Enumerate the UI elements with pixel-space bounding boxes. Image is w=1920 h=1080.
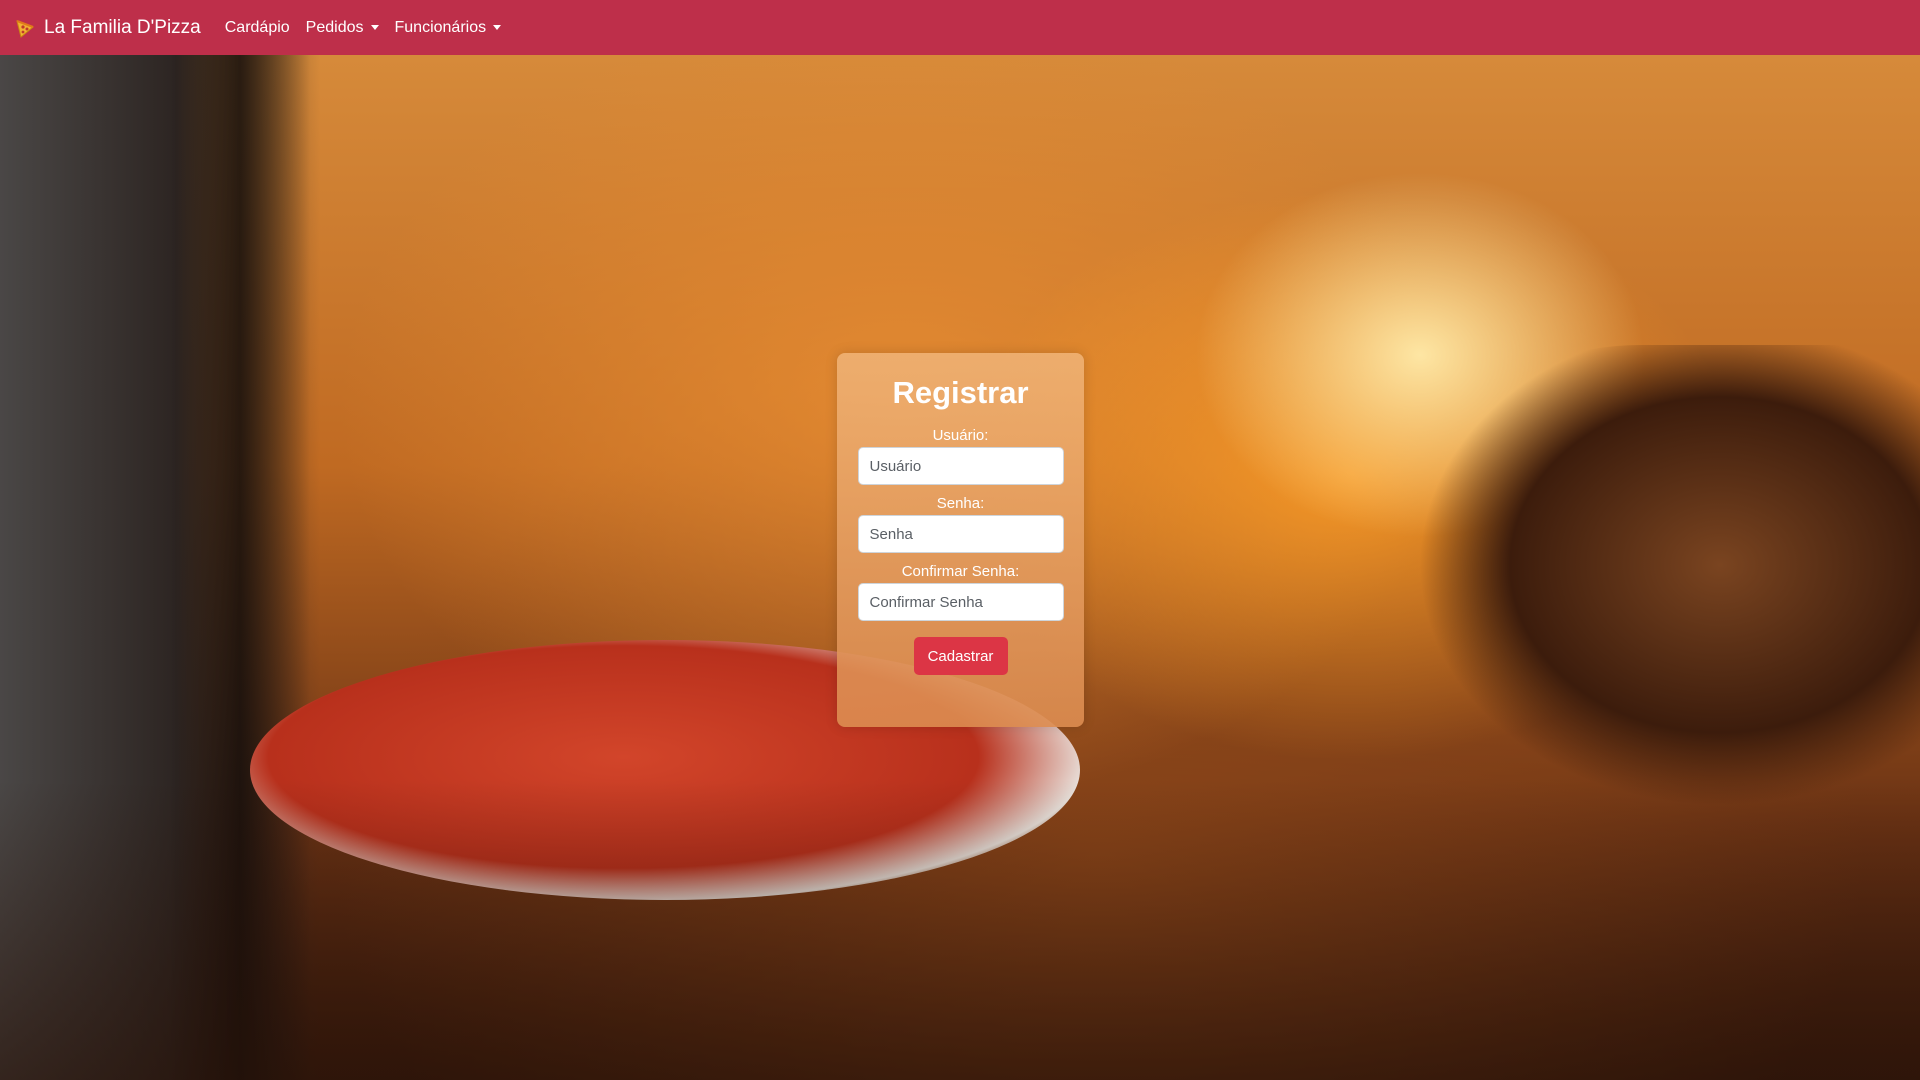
nav-item-pedidos-dropdown[interactable]: Pedidos [306, 19, 379, 37]
confirm-password-label: Confirmar Senha: [901, 563, 1020, 580]
password-input[interactable] [857, 515, 1064, 553]
password-label: Senha: [936, 495, 985, 512]
brand-name: La Familia D'Pizza [44, 16, 201, 38]
username-input[interactable] [857, 447, 1064, 485]
caret-down-icon [493, 25, 502, 30]
nav-item-cardapio[interactable]: Cardápio [225, 19, 290, 37]
brand-link[interactable]: La Familia D'Pizza [14, 17, 201, 39]
nav-item-label: Cardápio [224, 18, 290, 36]
nav-item-funcionarios-dropdown[interactable]: Funcionários [395, 19, 502, 37]
confirm-password-input[interactable] [857, 583, 1064, 621]
username-label: Usuário: [932, 427, 989, 444]
pizza-icon [14, 17, 36, 39]
form-title: Registrar [892, 375, 1029, 410]
register-form: Registrar Usuário: Senha: Confirmar Senh… [837, 353, 1084, 727]
caret-down-icon [370, 25, 379, 30]
nav-item-label: Funcionários [394, 18, 487, 36]
nav-item-label: Pedidos [305, 18, 364, 36]
navbar: La Familia D'Pizza Cardápio Pedidos Func… [0, 0, 1920, 55]
register-button[interactable]: Cadastrar [913, 637, 1008, 675]
